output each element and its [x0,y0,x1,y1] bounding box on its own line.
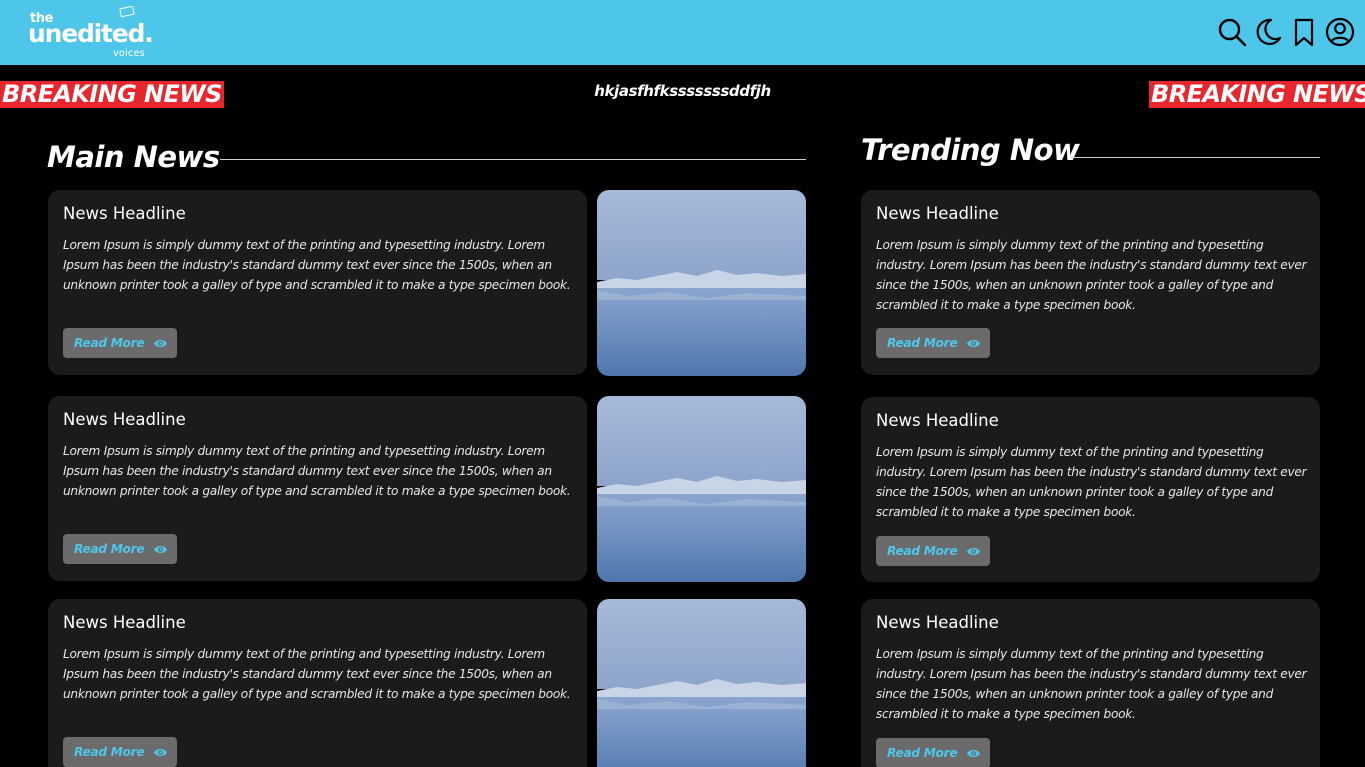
eye-icon [153,747,168,758]
news-summary: Lorem Ipsum is simply dummy text of the … [876,238,1307,312]
read-more-button[interactable]: Read More [63,534,177,564]
trending-now-divider [1071,157,1320,158]
user-icon[interactable] [1324,16,1356,48]
breaking-news-badge-left: BREAKING NEWS [0,80,224,108]
read-more-button[interactable]: Read More [876,738,990,767]
news-headline[interactable]: News Headline [63,204,186,223]
read-more-label: Read More [887,336,958,350]
moon-icon[interactable] [1252,16,1284,48]
trending-news-card[interactable]: News Headline Lorem Ipsum is simply dumm… [861,190,1320,375]
news-thumbnail-image[interactable] [597,190,806,376]
read-more-label: Read More [887,746,958,760]
news-summary: Lorem Ipsum is simply dummy text of the … [876,647,1307,721]
read-more-label: Read More [74,336,145,350]
main-news-title: Main News [47,140,220,174]
eye-icon [966,748,981,759]
news-headline[interactable]: News Headline [63,613,186,632]
eye-icon [153,338,168,349]
trending-now-title: Trending Now [861,133,1080,167]
read-more-button[interactable]: Read More [63,737,177,767]
news-summary: Lorem Ipsum is simply dummy text of the … [876,445,1307,519]
read-more-label: Read More [887,544,958,558]
breaking-news-ticker[interactable]: hkjasfhfksssssssddfjh [560,82,805,100]
site-logo[interactable]: the unedited. voices [28,5,163,62]
bookmark-icon[interactable] [1288,16,1320,48]
news-summary: Lorem Ipsum is simply dummy text of the … [63,444,571,498]
news-summary: Lorem Ipsum is simply dummy text of the … [63,647,571,701]
read-more-button[interactable]: Read More [876,328,990,358]
news-headline[interactable]: News Headline [876,204,999,223]
news-headline[interactable]: News Headline [876,411,999,430]
trending-news-card[interactable]: News Headline Lorem Ipsum is simply dumm… [861,397,1320,582]
news-thumbnail-image[interactable] [597,599,806,767]
main-news-card[interactable]: News Headline Lorem Ipsum is simply dumm… [48,396,587,581]
read-more-button[interactable]: Read More [876,536,990,566]
main-news-card[interactable]: News Headline Lorem Ipsum is simply dumm… [48,599,587,767]
eye-icon [153,544,168,555]
news-summary: Lorem Ipsum is simply dummy text of the … [63,238,571,292]
breaking-news-badge-right: BREAKING NEWS [1149,81,1365,108]
top-header: the unedited. voices [0,0,1365,65]
read-more-button[interactable]: Read More [63,328,177,358]
news-headline[interactable]: News Headline [876,613,999,632]
main-news-divider [220,159,806,160]
read-more-label: Read More [74,745,145,759]
search-icon[interactable] [1216,16,1248,48]
logo-brand-text: unedited. [28,19,154,48]
logo-flag-icon [119,5,135,18]
news-headline[interactable]: News Headline [63,410,186,429]
main-news-card[interactable]: News Headline Lorem Ipsum is simply dumm… [48,190,587,375]
eye-icon [966,338,981,349]
trending-news-card[interactable]: News Headline Lorem Ipsum is simply dumm… [861,599,1320,767]
logo-sub-text: voices [113,48,145,59]
read-more-label: Read More [74,542,145,556]
eye-icon [966,546,981,557]
news-thumbnail-image[interactable] [597,396,806,582]
